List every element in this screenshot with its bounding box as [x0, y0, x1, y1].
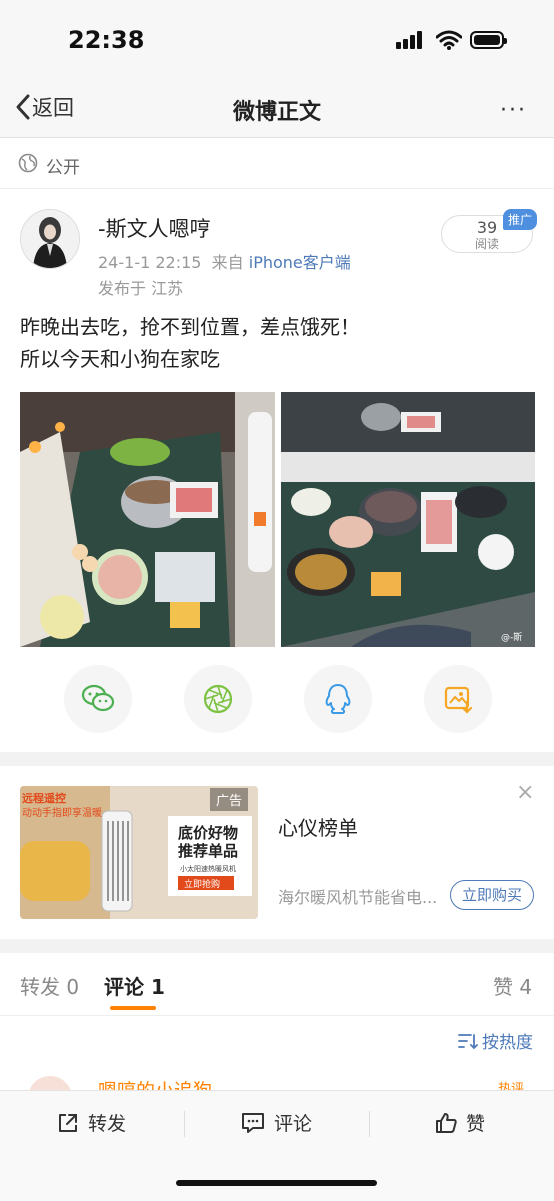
image-watermark: @-斯 — [501, 631, 522, 643]
divider — [184, 1111, 185, 1137]
post-photo-2[interactable]: @-斯 — [281, 392, 535, 647]
promote-tag[interactable]: 推广 — [503, 209, 538, 230]
author-avatar[interactable] — [20, 209, 80, 269]
tab-repost-label: 转发 — [20, 975, 60, 999]
avatar-image — [21, 210, 79, 268]
interaction-tabs: 转发 0 评论 1 赞 4 — [0, 953, 554, 1016]
ad-image-headline: 底价好物 — [178, 824, 238, 842]
clock: 22:38 — [68, 26, 145, 54]
ad-image-top-line: 动动手指即享温暖 — [22, 806, 102, 819]
post-text: 昨晚出去吃，抢不到位置，差点饿死！ 所以今天和小狗在家吃 — [20, 311, 360, 375]
page-title: 微博正文 — [232, 100, 321, 125]
more-options-button[interactable]: ··· — [500, 98, 527, 123]
post-text-line: 昨晚出去吃，抢不到位置，差点饿死！ — [20, 315, 360, 339]
tab-comment[interactable]: 评论 1 — [104, 971, 165, 1000]
post-photo-1[interactable] — [20, 392, 275, 647]
tab-repost[interactable]: 转发 0 — [20, 971, 79, 1000]
sort-by-hot-button[interactable]: 按热度 — [458, 1028, 533, 1053]
visibility-label: 公开 — [46, 158, 80, 178]
share-arrow-icon — [59, 1113, 77, 1132]
comment-section: 按热度 嗯哼的小追狗 热评 — [0, 1016, 554, 1106]
repost-label: 转发 — [88, 1113, 127, 1135]
active-tab-indicator — [110, 1006, 156, 1010]
post-location: 发布于 江苏 — [98, 279, 184, 298]
battery-icon — [470, 31, 507, 49]
ad-image-subtext: 小太阳速热暖风机 — [180, 864, 236, 873]
source-link[interactable]: iPhone客户端 — [249, 253, 351, 272]
back-button[interactable]: 返回 — [14, 92, 74, 122]
wechat-icon — [81, 684, 115, 712]
qq-penguin-icon — [325, 684, 351, 714]
save-image-button[interactable] — [424, 665, 492, 733]
divider — [369, 1111, 370, 1137]
post-meta: 24-1-1 22:15 来自 iPhone客户端 — [98, 249, 351, 273]
moments-aperture-icon — [203, 684, 233, 714]
globe-icon — [18, 153, 38, 173]
like-label: 赞 — [466, 1113, 486, 1135]
post-card: -斯文人嗯哼 24-1-1 22:15 来自 iPhone客户端 发布于 江苏 … — [0, 189, 554, 752]
ad-title[interactable]: 心仪榜单 — [278, 812, 358, 841]
cellular-signal-icon — [396, 31, 422, 49]
ad-description[interactable]: 海尔暖风机节能省电... — [278, 884, 448, 908]
author-name[interactable]: -斯文人嗯哼 — [98, 213, 211, 243]
status-bar: 22:38 — [0, 0, 554, 80]
read-label: 阅读 — [474, 237, 499, 251]
home-indicator — [176, 1180, 377, 1186]
visibility-row: 公开 — [0, 138, 554, 189]
ad-tag: 广告 — [210, 788, 249, 811]
ad-image-headline: 推荐单品 — [178, 842, 238, 860]
comment-button[interactable]: 评论 — [240, 1109, 312, 1136]
share-qq-button[interactable] — [304, 665, 372, 733]
hotpot-table-photo: @-斯 — [281, 392, 535, 647]
tab-comment-label: 评论 — [104, 975, 144, 999]
thumbs-up-icon — [436, 1112, 457, 1133]
comment-label: 评论 — [274, 1113, 313, 1135]
wifi-icon — [436, 30, 462, 50]
like-button[interactable]: 赞 — [434, 1109, 485, 1136]
post-date: 24-1-1 22:15 — [98, 253, 202, 272]
tab-like-count: 4 — [519, 975, 533, 999]
chevron-left-icon — [16, 94, 30, 120]
tab-like[interactable]: 赞 4 — [493, 971, 532, 1000]
source-prefix: 来自 — [211, 253, 244, 272]
nav-bar: 返回 微博正文 ··· — [0, 80, 554, 138]
back-label: 返回 — [32, 96, 74, 120]
post-text-line: 所以今天和小狗在家吃 — [20, 347, 220, 371]
share-moments-button[interactable] — [184, 665, 252, 733]
ad-buy-button[interactable]: 立即购买 — [450, 880, 534, 910]
tab-repost-count: 0 — [66, 975, 80, 999]
tab-comment-count: 1 — [150, 975, 165, 999]
tab-like-label: 赞 — [493, 975, 513, 999]
share-wechat-button[interactable] — [64, 665, 132, 733]
ad-close-icon[interactable]: × — [516, 780, 534, 805]
sort-icon — [458, 1033, 478, 1049]
repost-button[interactable]: 转发 — [56, 1109, 126, 1136]
ad-image-cta: 立即抢购 — [184, 878, 220, 890]
hotpot-photo — [20, 392, 275, 647]
comment-bubble-icon — [242, 1112, 264, 1133]
image-download-icon — [444, 686, 473, 714]
sort-label: 按热度 — [482, 1033, 533, 1053]
ad-card[interactable]: 远程遥控 动动手指即享温暖 底价好物 推荐单品 小太阳速热暖风机 立即抢购 广告… — [0, 766, 554, 939]
ad-image-top-line: 远程遥控 — [22, 791, 66, 805]
